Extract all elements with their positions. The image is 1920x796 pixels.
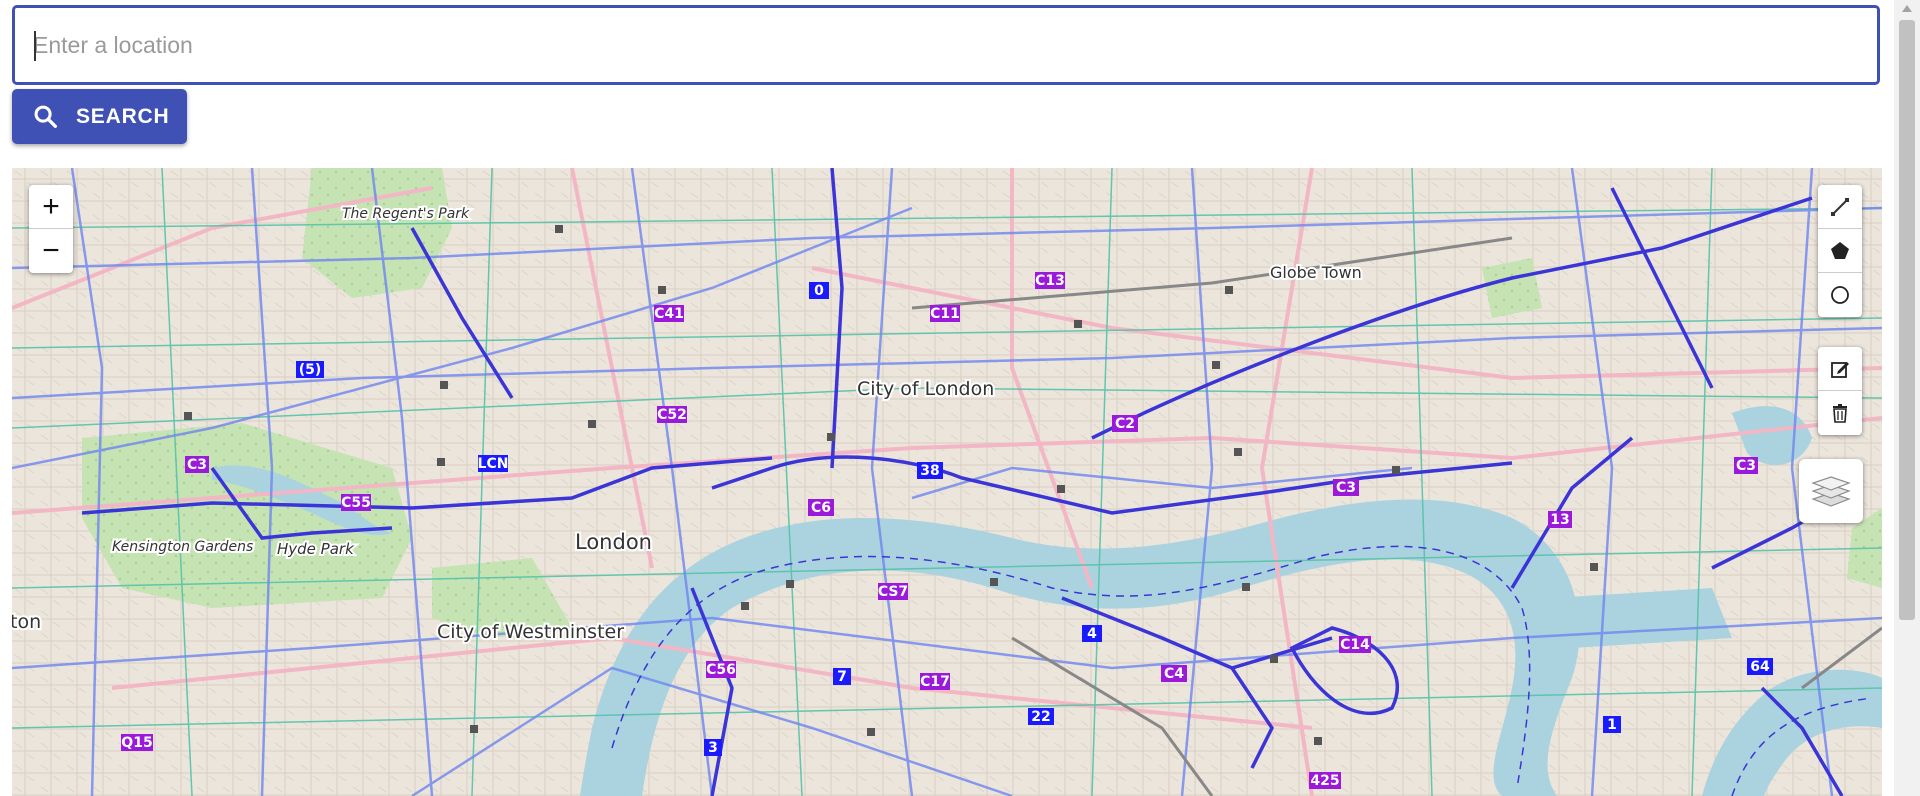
route-badge: 3 [708,740,718,756]
route-badge: C52 [657,407,687,423]
route-badge: 22 [1031,709,1050,725]
route-badge: C56 [706,662,736,678]
label-kensington-gardens: Kensington Gardens [112,539,253,555]
route-badge: Q15 [121,735,152,751]
polygon-icon [1831,241,1849,259]
route-badge: C14 [1340,637,1370,653]
edit-icon [1831,361,1849,378]
location-search-input[interactable] [15,8,1877,82]
draw-toolbar [1818,185,1862,317]
route-badge: C13 [1035,273,1065,289]
docks [1552,588,1732,648]
label-globe-town: Globe Town [1270,263,1362,282]
route-badge: C3 [1336,480,1356,496]
label-cut-off: ton [12,611,41,633]
route-badge: 0 [814,283,824,299]
label-hyde-park: Hyde Park [277,540,355,558]
route-badge: CS7 [878,584,908,600]
zoom-out-label: − [42,234,60,267]
route-badge: 38 [920,463,939,479]
route-badge: 4 [1087,626,1097,642]
route-badge: (5) [299,362,322,378]
page-scrollbar[interactable] [1894,0,1920,796]
draw-circle-button[interactable] [1818,273,1862,317]
map-view[interactable]: City of London London City of Westminste… [12,168,1882,796]
route-badge: C2 [1115,416,1135,432]
delete-layers-button[interactable] [1818,391,1862,435]
zoom-in-label: + [42,189,60,223]
map-tiles[interactable]: City of London London City of Westminste… [12,168,1882,796]
route-badge: C3 [187,457,207,473]
route-badge: 7 [837,669,847,685]
route-badge: C17 [920,674,950,690]
route-badge: C3 [1736,458,1756,474]
layers-control-button[interactable] [1799,459,1863,523]
zoom-control: + − [29,185,73,273]
search-button[interactable]: SEARCH [12,89,187,144]
search-button-label: SEARCH [76,104,170,128]
label-regents-park: The Regent's Park [342,206,470,222]
delete-icon [1833,404,1847,423]
route-badge: C55 [341,495,371,511]
text-caret [34,31,36,61]
edit-layers-button[interactable] [1818,347,1862,391]
zoom-out-button[interactable]: − [29,229,73,273]
layers-icon [1811,476,1851,507]
circle-icon [1831,286,1849,304]
route-badge: C4 [1164,666,1184,682]
polyline-icon [1831,197,1849,216]
route-badge: C41 [654,306,684,322]
draw-polygon-button[interactable] [1818,229,1862,273]
park [1482,258,1542,318]
zoom-in-button[interactable]: + [29,185,73,229]
route-badge: C11 [930,306,960,322]
edit-toolbar [1818,347,1862,435]
route-badge: LCN [478,456,509,472]
label-london: London [575,530,652,554]
scroll-thumb[interactable] [1899,20,1915,620]
route-badge: C6 [811,500,831,516]
search-icon [34,105,57,128]
label-city-of-london: City of London [857,378,994,400]
draw-polyline-button[interactable] [1818,185,1862,229]
location-search-box[interactable] [12,5,1880,85]
route-badge: 425 [1310,773,1339,789]
scroll-up-arrow-icon[interactable] [1902,5,1912,12]
label-city-of-westminster: City of Westminster [437,621,624,643]
route-badge: 64 [1750,659,1770,675]
route-badge: 13 [1550,512,1569,528]
route-badge: 1 [1607,717,1617,733]
